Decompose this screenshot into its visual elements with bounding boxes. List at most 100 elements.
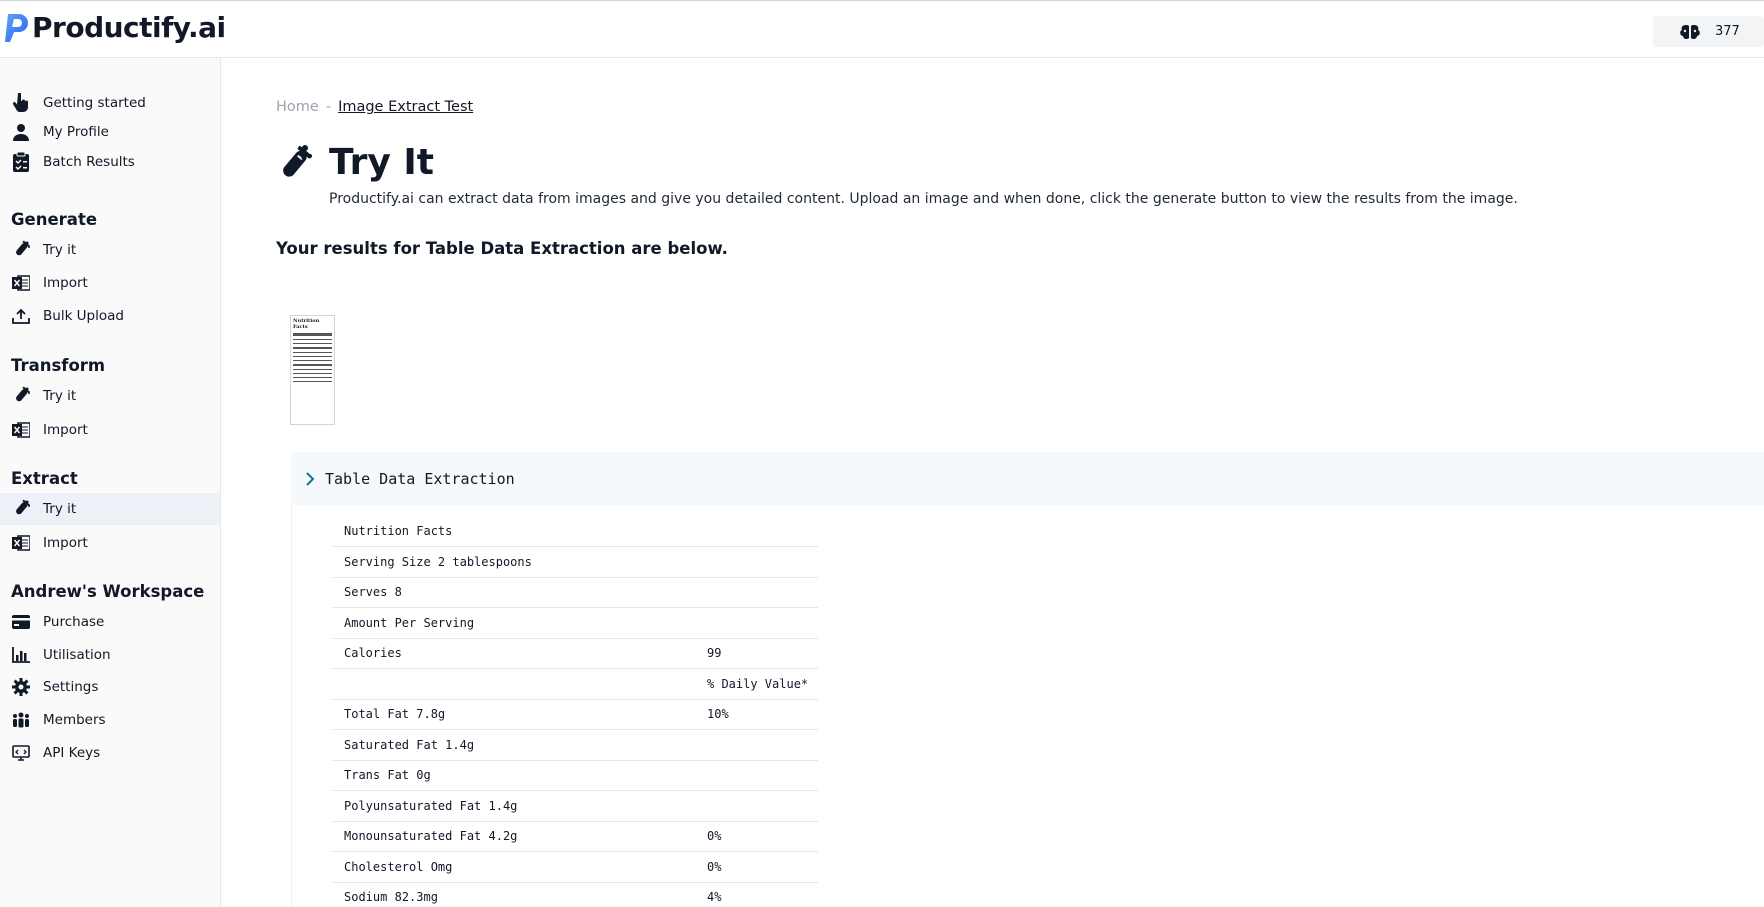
table-cell: [697, 607, 818, 639]
sidebar-item-extract-try-it[interactable]: Try it: [0, 493, 220, 525]
excel-icon: [11, 420, 31, 440]
sidebar-item-bulk-upload[interactable]: Bulk Upload: [0, 300, 220, 332]
thumbnail-rule: [293, 352, 332, 353]
sidebar-item-label: Import: [43, 275, 88, 291]
sidebar-item-label: Import: [43, 422, 88, 438]
flask-icon: [11, 386, 31, 406]
table-cell: [697, 546, 818, 578]
main-content: Home - Image Extract Test Try It Product…: [221, 58, 1764, 907]
section-header-generate: Generate: [11, 210, 98, 229]
table-row: Monounsaturated Fat 4.2g 0%: [332, 821, 818, 852]
user-icon: [11, 122, 31, 142]
thumbnail-rule: [293, 373, 332, 374]
table-cell: [697, 760, 818, 791]
table-row: Polyunsaturated Fat 1.4g: [332, 790, 818, 822]
sidebar-item-api-keys[interactable]: API Keys: [0, 737, 220, 769]
table-row: Cholesterol Omg 0%: [332, 851, 818, 883]
page-description: Productify.ai can extract data from imag…: [329, 191, 1518, 207]
table-row: Serving Size 2 tablespoons: [332, 546, 818, 578]
results-heading: Your results for Table Data Extraction a…: [276, 239, 728, 258]
table-cell: Trans Fat 0g: [332, 760, 697, 791]
uploaded-image-thumbnail[interactable]: Nutrition Facts: [290, 315, 335, 425]
sidebar-item-label: Try it: [43, 501, 77, 517]
table-cell: Amount Per Serving: [332, 607, 697, 639]
thumbnail-rule: [293, 356, 332, 357]
table-cell: [697, 577, 818, 608]
table-cell: [697, 729, 818, 761]
sidebar-item-label: Utilisation: [43, 647, 111, 663]
thumbnail-rule: [293, 369, 332, 370]
excel-icon: [11, 533, 31, 553]
flask-icon: [11, 240, 31, 260]
upload-icon: [11, 306, 31, 326]
page-title: Try It: [329, 142, 434, 183]
sidebar-item-transform-import[interactable]: Import: [0, 414, 220, 446]
table-row: % Daily Value*: [332, 668, 818, 700]
logo[interactable]: Productify.ai: [4, 11, 226, 44]
credits-badge[interactable]: 377: [1653, 16, 1764, 47]
sidebar-item-getting-started[interactable]: Getting started: [0, 87, 220, 119]
hand-pointer-icon: [11, 93, 31, 113]
table-cell: Saturated Fat 1.4g: [332, 729, 697, 761]
table-row: Total Fat 7.8g 10%: [332, 699, 818, 730]
sidebar-item-extract-import[interactable]: Import: [0, 527, 220, 559]
table-row: Trans Fat 0g: [332, 760, 818, 791]
sidebar: Getting started My Profile Batch Results…: [0, 58, 221, 907]
sidebar-item-label: Settings: [43, 679, 99, 695]
extracted-table: Nutrition Facts Serving Size 2 tablespoo…: [332, 516, 818, 907]
table-row: Nutrition Facts: [332, 516, 818, 547]
excel-icon: [11, 273, 31, 293]
sidebar-item-generate-try-it[interactable]: Try it: [0, 234, 220, 266]
table-cell: Sodium 82.3mg: [332, 882, 697, 907]
sidebar-item-label: Bulk Upload: [43, 308, 124, 324]
breadcrumb: Home - Image Extract Test: [276, 99, 473, 115]
thumbnail-rule: [293, 343, 332, 344]
section-header-transform: Transform: [11, 356, 106, 375]
section-header-extract: Extract: [11, 469, 78, 488]
sidebar-item-utilisation[interactable]: Utilisation: [0, 639, 220, 671]
sidebar-item-label: Batch Results: [43, 154, 135, 170]
table-cell: [697, 790, 818, 822]
breadcrumb-separator: -: [325, 99, 332, 115]
breadcrumb-home-link[interactable]: Home: [276, 99, 319, 115]
sidebar-item-my-profile[interactable]: My Profile: [0, 116, 220, 148]
table-cell: Nutrition Facts: [332, 516, 697, 547]
sidebar-item-label: API Keys: [43, 745, 101, 761]
thumbnail-rule: [293, 364, 332, 366]
clipboard-check-icon: [11, 152, 31, 172]
sidebar-item-label: Purchase: [43, 614, 105, 630]
table-row: Serves 8: [332, 577, 818, 608]
api-screen-icon: [11, 743, 31, 763]
breadcrumb-current-link[interactable]: Image Extract Test: [338, 99, 473, 115]
thumbnail-rule: [293, 339, 332, 340]
sidebar-item-transform-try-it[interactable]: Try it: [0, 380, 220, 412]
thumbnail-rule: [293, 377, 332, 378]
table-extraction-accordion[interactable]: Table Data Extraction: [291, 452, 1764, 505]
accordion-title: Table Data Extraction: [325, 469, 515, 488]
flask-icon: [11, 499, 31, 519]
table-row: Sodium 82.3mg 4%: [332, 882, 818, 907]
users-icon: [11, 710, 31, 730]
table-row: Calories 99: [332, 638, 818, 669]
chevron-right-icon: [306, 471, 315, 486]
sidebar-item-batch-results[interactable]: Batch Results: [0, 146, 220, 178]
table-cell: Cholesterol Omg: [332, 851, 697, 883]
sidebar-item-label: My Profile: [43, 124, 109, 140]
credits-count: 377: [1715, 24, 1740, 39]
credit-card-icon: [11, 612, 31, 632]
section-header-workspace: Andrew's Workspace: [11, 582, 205, 601]
table-row: Saturated Fat 1.4g: [332, 729, 818, 761]
sidebar-item-label: Import: [43, 535, 88, 551]
sidebar-item-generate-import[interactable]: Import: [0, 267, 220, 299]
sidebar-item-purchase[interactable]: Purchase: [0, 606, 220, 638]
table-cell: % Daily Value*: [697, 668, 818, 700]
sidebar-item-settings[interactable]: Settings: [0, 671, 220, 703]
thumbnail-rule: [293, 381, 332, 382]
sidebar-item-label: Members: [43, 712, 106, 728]
productify-logo-icon: [5, 13, 28, 42]
sidebar-item-label: Try it: [43, 388, 77, 404]
table-cell: Monounsaturated Fat 4.2g: [332, 821, 697, 852]
sidebar-item-members[interactable]: Members: [0, 704, 220, 736]
sidebar-item-label: Getting started: [43, 95, 146, 111]
table-cell: 0%: [697, 821, 818, 852]
